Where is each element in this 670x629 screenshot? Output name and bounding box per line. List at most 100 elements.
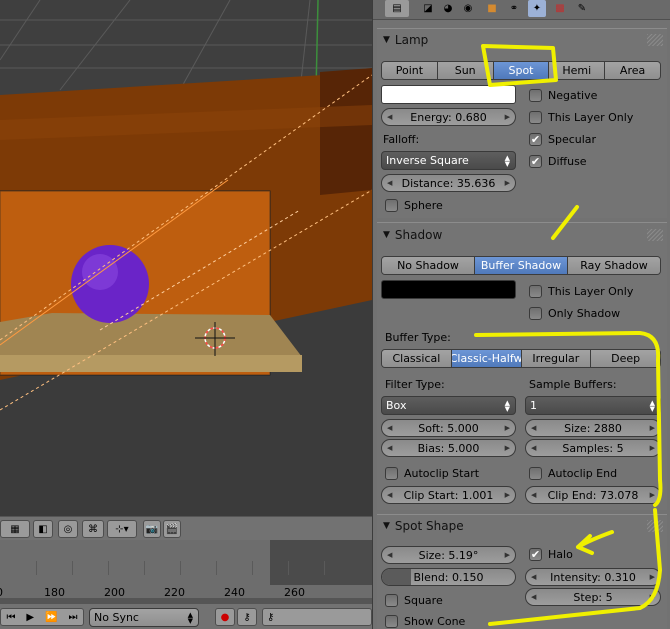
world-icon[interactable]: ◕ — [439, 0, 457, 17]
specular-checkbox[interactable]: ✔ Specular — [529, 131, 596, 147]
increment-icon[interactable]: ▶ — [650, 593, 655, 601]
lamp-data-icon[interactable]: ✦ — [528, 0, 546, 17]
size-field[interactable]: ◀ Size: 2880 ▶ — [525, 419, 661, 437]
shadow-header[interactable]: ▼ Shadow — [383, 226, 442, 244]
samples-field[interactable]: ◀ Samples: 5 ▶ — [525, 439, 661, 457]
bias-field[interactable]: ◀ Bias: 5.000 ▶ — [381, 439, 516, 457]
jump-start-icon[interactable]: ⏮ — [6, 612, 15, 623]
buffer-type-irregular[interactable]: Irregular — [521, 350, 592, 367]
decrement-icon[interactable]: ◀ — [387, 424, 392, 432]
increment-icon[interactable]: ▶ — [650, 424, 655, 432]
keying-icon[interactable]: ⚷ — [237, 608, 257, 626]
decrement-icon[interactable]: ◀ — [531, 573, 536, 581]
decrement-icon[interactable]: ◀ — [387, 179, 392, 187]
decrement-icon[interactable]: ◀ — [387, 491, 392, 499]
lamp-title: Lamp — [394, 33, 429, 47]
playback-controls[interactable]: ⏮ ▶ ⏩ ⏭ — [0, 608, 84, 626]
render-icon[interactable]: ▤ — [385, 0, 409, 17]
energy-field[interactable]: ◀ Energy: 0.680 ▶ — [381, 108, 516, 126]
snap-icon[interactable]: ⌘ — [82, 520, 104, 538]
decrement-icon[interactable]: ◀ — [531, 444, 536, 452]
jump-keyframe-icon[interactable]: ⏩ — [45, 612, 57, 623]
falloff-select[interactable]: Inverse Square ▲ ▼ — [381, 151, 516, 170]
increment-icon[interactable]: ▶ — [505, 113, 510, 121]
decrement-icon[interactable]: ◀ — [387, 444, 392, 452]
shadow-color-swatch[interactable] — [381, 280, 516, 299]
only-shadow-checkbox[interactable]: Only Shadow — [529, 305, 620, 321]
constraints-icon[interactable]: ■ — [483, 0, 501, 17]
increment-icon[interactable]: ▶ — [505, 179, 510, 187]
filter-type-select[interactable]: Box ▲ ▼ — [381, 396, 516, 415]
drag-handle-icon[interactable] — [647, 34, 663, 46]
decrement-icon[interactable]: ◀ — [387, 551, 392, 559]
shadow-type-buffer[interactable]: Buffer Shadow — [475, 257, 568, 274]
lamp-header[interactable]: ▼ Lamp — [383, 31, 428, 49]
autoclip-end-checkbox[interactable]: Autoclip End — [529, 465, 617, 481]
view-layers-icon[interactable]: ▦ — [0, 520, 30, 538]
blend-slider[interactable]: Blend: 0.150 — [381, 568, 516, 586]
increment-icon[interactable]: ▶ — [505, 424, 510, 432]
soft-field[interactable]: ◀ Soft: 5.000 ▶ — [381, 419, 516, 437]
negative-checkbox[interactable]: Negative — [529, 87, 597, 103]
increment-icon[interactable]: ▶ — [650, 444, 655, 452]
record-icon[interactable]: ● — [215, 608, 235, 626]
square-checkbox[interactable]: Square — [385, 592, 443, 608]
lamp-type-area[interactable]: Area — [605, 62, 660, 79]
show-cone-checkbox[interactable]: Show Cone — [385, 613, 465, 629]
shadow-type-ray[interactable]: Ray Shadow — [568, 257, 660, 274]
keying-set-select[interactable]: ⚷ — [262, 608, 372, 626]
texture-icon[interactable]: ▩ — [551, 0, 569, 17]
buffer-type-classical[interactable]: Classical — [382, 350, 452, 367]
drag-handle-icon[interactable] — [647, 229, 663, 241]
render-still-icon[interactable]: 📷 — [143, 520, 161, 538]
increment-icon[interactable]: ▶ — [505, 551, 510, 559]
object-icon[interactable]: ◉ — [459, 0, 477, 17]
render-animation-icon[interactable]: 🎬 — [163, 520, 181, 538]
buffer-type-deep[interactable]: Deep — [591, 350, 660, 367]
sample-buffers-select[interactable]: 1 ▲ ▼ — [525, 396, 661, 415]
modifiers-icon[interactable]: ⚭ — [505, 0, 523, 17]
shadow-this-layer-only-checkbox[interactable]: This Layer Only — [529, 283, 633, 299]
buffer-type-classic-halfway[interactable]: Classic-Halfw — [451, 350, 522, 367]
properties-panel: ▤ ◪ ◕ ◉ ■ ⚭ ✦ ▩ ✎ ▼ Lamp Point Sun Spot … — [372, 0, 670, 629]
play-icon[interactable]: ▶ — [26, 612, 34, 623]
proportional-edit-icon[interactable]: ◎ — [58, 520, 78, 538]
spot-shape-header[interactable]: ▼ Spot Shape — [383, 517, 464, 535]
decrement-icon[interactable]: ◀ — [531, 593, 536, 601]
halo-step-field[interactable]: ◀ Step: 5 ▶ — [525, 588, 661, 606]
increment-icon[interactable]: ▶ — [650, 491, 655, 499]
lamp-type-sun[interactable]: Sun — [437, 62, 494, 79]
increment-icon[interactable]: ▶ — [505, 491, 510, 499]
scene-icon[interactable]: ◪ — [419, 0, 437, 17]
snap-element-icon[interactable]: ⊹▾ — [107, 520, 137, 538]
clip-start-field[interactable]: ◀ Clip Start: 1.001 ▶ — [381, 486, 516, 504]
lamp-color-swatch[interactable] — [381, 85, 516, 104]
physics-icon[interactable]: ✎ — [573, 0, 591, 17]
shadow-type-none[interactable]: No Shadow — [382, 257, 475, 274]
jump-end-icon[interactable]: ⏭ — [68, 612, 77, 623]
lamp-type-point[interactable]: Point — [382, 62, 438, 79]
lamp-this-layer-only-checkbox[interactable]: This Layer Only — [529, 109, 633, 125]
halo-intensity-field[interactable]: ◀ Intensity: 0.310 ▶ — [525, 568, 661, 586]
decrement-icon[interactable]: ◀ — [531, 424, 536, 432]
diffuse-checkbox[interactable]: ✔ Diffuse — [529, 153, 587, 169]
autoclip-start-checkbox[interactable]: Autoclip Start — [385, 465, 479, 481]
viewport-shading-icon[interactable]: ◧ — [33, 520, 53, 538]
decrement-icon[interactable]: ◀ — [387, 113, 392, 121]
increment-icon[interactable]: ▶ — [505, 444, 510, 452]
spot-size-field[interactable]: ◀ Size: 5.19° ▶ — [381, 546, 516, 564]
timeline[interactable]: 0 180 200 220 240 260 — [0, 540, 372, 603]
increment-icon[interactable]: ▶ — [650, 573, 655, 581]
collapse-triangle-icon: ▼ — [383, 230, 390, 240]
distance-field[interactable]: ◀ Distance: 35.636 ▶ — [381, 174, 516, 192]
decrement-icon[interactable]: ◀ — [531, 491, 536, 499]
drag-handle-icon[interactable] — [647, 520, 663, 532]
clip-end-field[interactable]: ◀ Clip End: 73.078 ▶ — [525, 486, 661, 504]
halo-checkbox[interactable]: ✔ Halo — [529, 546, 573, 562]
sync-select[interactable]: No Sync ▲ ▼ — [89, 608, 199, 627]
lamp-type-spot[interactable]: Spot — [493, 62, 550, 79]
3d-viewport[interactable] — [0, 0, 372, 516]
sphere-checkbox[interactable]: Sphere — [385, 197, 443, 213]
lamp-type-hemi[interactable]: Hemi — [549, 62, 606, 79]
buffer-type-selector: Classical Classic-Halfw Irregular Deep — [381, 349, 661, 368]
